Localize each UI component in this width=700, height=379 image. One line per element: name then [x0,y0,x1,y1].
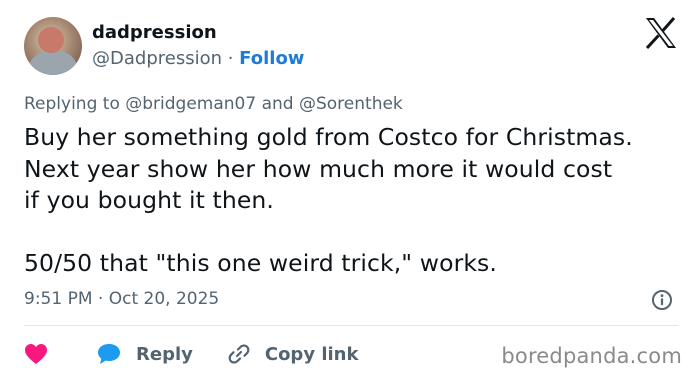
x-logo-icon[interactable] [644,17,678,49]
tweet-text: Buy her something gold from Costco for C… [24,123,633,277]
replying-prefix: Replying to [24,94,126,114]
author-handle[interactable]: @Dadpression [92,48,222,69]
tweet-meta: 9:51 PM · Oct 20, 2025 [24,289,219,309]
copy-link-button[interactable]: Copy link [227,342,359,366]
avatar-face [38,27,64,53]
watermark: boredpanda.com [501,344,682,368]
replying-to: Replying to @bridgeman07 and @Sorenthek [24,94,403,114]
meta-separator: · [92,289,109,309]
tweet-date[interactable]: Oct 20, 2025 [109,289,220,309]
info-icon[interactable] [651,289,673,311]
heart-icon [25,344,47,364]
reply-bubble-icon [98,344,120,364]
action-bar: Reply Copy link [24,340,392,368]
handle-separator: · [222,48,240,69]
avatar[interactable] [24,17,82,75]
tweet-time[interactable]: 9:51 PM [24,289,93,309]
follow-button[interactable]: Follow [239,48,304,69]
author-handle-row: @Dadpression · Follow [92,48,304,69]
divider [24,325,679,326]
link-icon [228,344,250,364]
copy-link-label: Copy link [264,343,359,365]
avatar-shirt [28,51,78,75]
mention-bridgeman07[interactable]: @bridgeman07 [125,94,256,114]
reply-button[interactable]: Reply [96,342,193,366]
replying-joiner: and [256,94,299,114]
like-button[interactable] [24,343,62,365]
reply-label: Reply [136,343,193,365]
author-name[interactable]: dadpression [92,22,217,43]
mention-sorenthek[interactable]: @Sorenthek [299,94,403,114]
